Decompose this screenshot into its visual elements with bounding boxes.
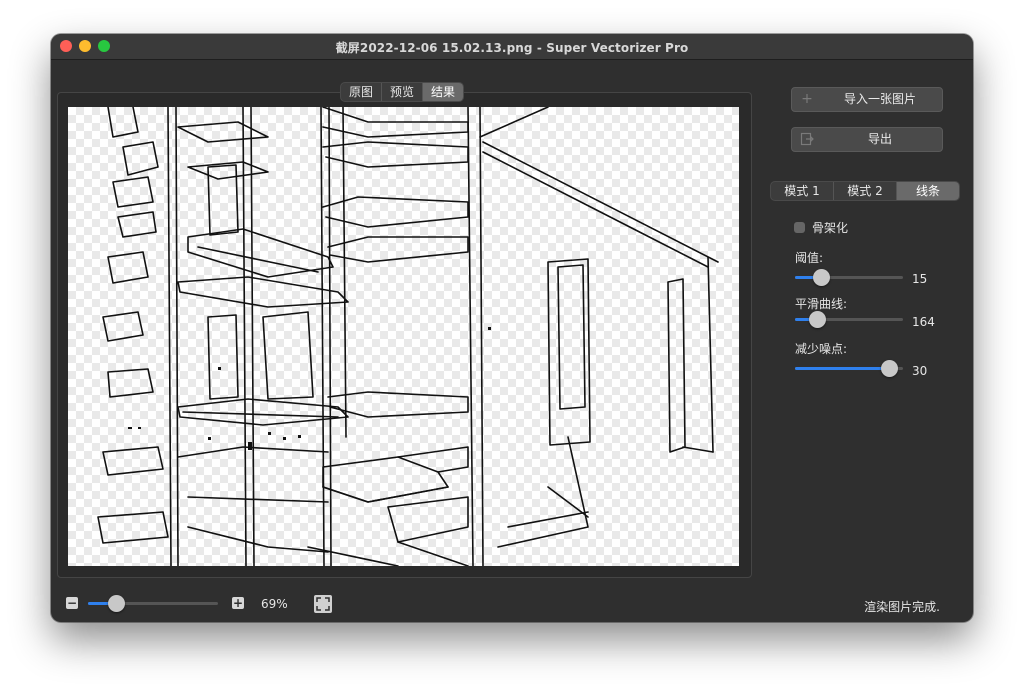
tab-preview[interactable]: 预览	[382, 83, 424, 101]
export-label: 导出	[867, 132, 892, 146]
smooth-curve-value: 164	[912, 315, 935, 329]
title-bar: 截屏2022-12-06 15.02.13.png - Super Vector…	[51, 34, 973, 60]
import-image-label: 导入一张图片	[843, 92, 916, 106]
vectorized-line-art	[97, 107, 719, 566]
skeletonize-checkbox[interactable]	[794, 222, 805, 233]
skeletonize-option[interactable]: 骨架化	[794, 219, 848, 236]
export-button[interactable]: 导出	[791, 127, 943, 152]
mode-tabs: 模式 1 模式 2 线条	[770, 181, 960, 201]
import-image-button[interactable]: + 导入一张图片	[791, 87, 943, 112]
zoom-in-button[interactable]: +	[232, 597, 244, 609]
zoom-level: 69%	[261, 597, 288, 611]
smooth-curve-slider[interactable]	[795, 311, 903, 328]
zoom-slider-thumb[interactable]	[108, 595, 126, 612]
skeletonize-label: 骨架化	[812, 221, 849, 235]
export-icon	[800, 132, 814, 146]
noise-reduction-value: 30	[912, 364, 928, 378]
threshold-slider[interactable]	[795, 269, 903, 286]
plus-icon: +	[232, 596, 244, 610]
fit-to-window-icon	[316, 597, 330, 611]
minus-icon: −	[66, 596, 78, 610]
noise-reduction-slider-thumb[interactable]	[881, 360, 899, 377]
tab-mode-1[interactable]: 模式 1	[771, 182, 834, 200]
tab-original[interactable]: 原图	[341, 83, 383, 101]
window-title: 截屏2022-12-06 15.02.13.png - Super Vector…	[335, 41, 689, 55]
tab-result[interactable]: 结果	[423, 83, 464, 101]
noise-reduction-label: 减少噪点:	[795, 342, 848, 356]
threshold-slider-thumb[interactable]	[813, 269, 831, 286]
smooth-curve-slider-thumb[interactable]	[808, 311, 826, 328]
smooth-curve-label: 平滑曲线:	[795, 297, 848, 311]
view-tabs: 原图 预览 结果	[340, 82, 465, 102]
zoom-slider[interactable]	[88, 595, 218, 612]
status-text: 渲染图片完成.	[864, 600, 940, 614]
app-window: 截屏2022-12-06 15.02.13.png - Super Vector…	[51, 34, 973, 622]
threshold-label: 阈值:	[795, 251, 824, 265]
tab-mode-2[interactable]: 模式 2	[834, 182, 897, 200]
threshold-value: 15	[912, 272, 928, 286]
fit-to-window-button[interactable]	[314, 595, 332, 613]
result-canvas[interactable]	[68, 107, 739, 566]
tab-lines[interactable]: 线条	[897, 182, 959, 200]
noise-reduction-slider[interactable]	[795, 360, 903, 377]
zoom-out-button[interactable]: −	[66, 597, 78, 609]
plus-icon: +	[801, 91, 813, 107]
